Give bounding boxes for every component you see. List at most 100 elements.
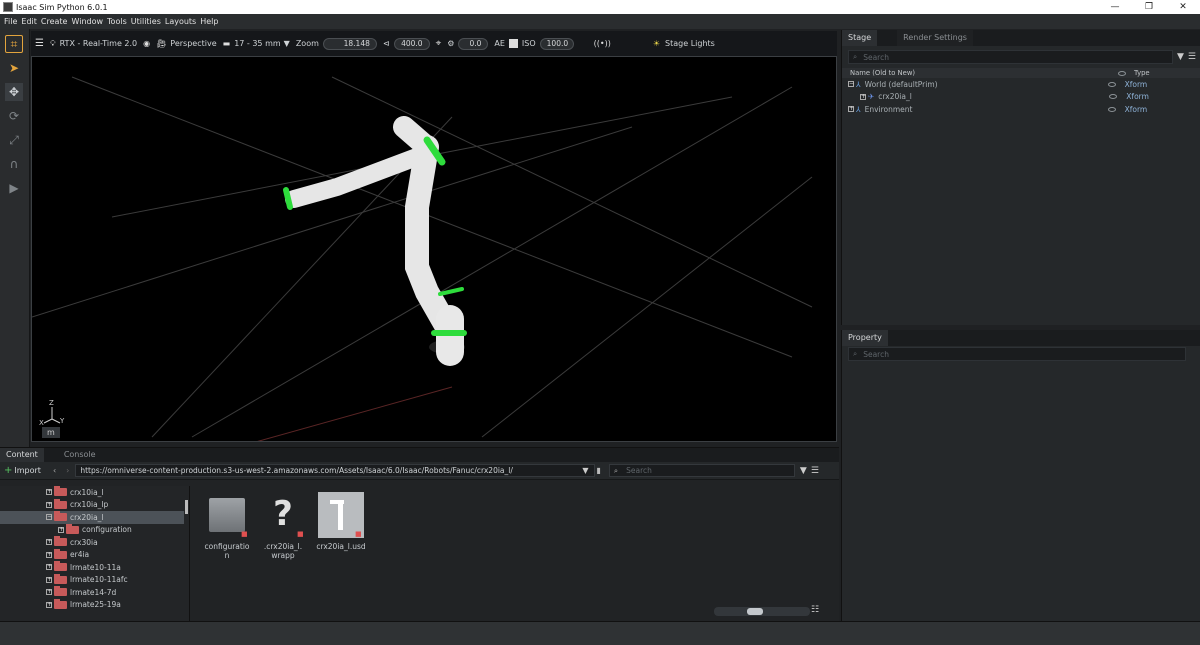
menu-create[interactable]: Create [41, 17, 68, 26]
iso-control[interactable]: AE ISO 100.0 [494, 35, 574, 53]
folder-icon [54, 536, 67, 547]
tree-item[interactable]: + crx10ia_lp [0, 498, 189, 512]
magnet-tool-icon[interactable]: ∩ [5, 155, 23, 173]
visibility-icon[interactable] [1107, 81, 1116, 87]
expand-icon[interactable]: + [46, 576, 52, 583]
content-search-placeholder: Search [626, 466, 652, 475]
file-item-folder[interactable]: configuratio n ■ [201, 492, 253, 560]
viewport[interactable]: Z X Y m [31, 56, 837, 442]
rotate-tool-icon[interactable]: ⟳ [5, 107, 23, 125]
stage-row-robot[interactable]: + ✈ crx20ia_l Xform [842, 91, 1200, 104]
tab-stage[interactable]: Stage [842, 30, 878, 46]
angle-control[interactable]: ⊲ 400.0 [383, 35, 430, 53]
search-icon: ⌕ [613, 465, 619, 475]
menu-edit[interactable]: Edit [21, 17, 37, 26]
tab-render-settings[interactable]: Render Settings [897, 30, 973, 46]
tree-item[interactable]: + er4ia [0, 548, 189, 562]
tree-item-label: crx10ia_lp [70, 500, 109, 510]
eye-icon[interactable]: ◉ [143, 35, 150, 53]
menu-help[interactable]: Help [200, 17, 218, 26]
visibility-icon[interactable] [1107, 106, 1116, 112]
expand-icon[interactable]: + [46, 501, 52, 508]
stage-search[interactable]: ⌕ Search [848, 50, 1173, 64]
exposure-control[interactable]: ⚙ 0.0 [447, 35, 489, 53]
axis-z-label: Z [49, 399, 54, 407]
close-button[interactable]: ✕ [1166, 0, 1200, 14]
menu-tools[interactable]: Tools [107, 17, 127, 26]
dropdown-icon[interactable]: ▼ [582, 466, 588, 475]
iso-value[interactable]: 100.0 [539, 37, 574, 50]
select-tool-icon[interactable]: ➤ [5, 59, 23, 77]
tab-console[interactable]: Console [58, 448, 102, 462]
col-type[interactable]: Type [1134, 69, 1150, 77]
renderer-selector[interactable]: 💡︎ RTX - Real-Time 2.0 [50, 35, 137, 53]
ae-checkbox[interactable] [508, 39, 518, 48]
tree-item[interactable]: + crx30ia [0, 536, 189, 549]
expand-icon[interactable]: + [46, 601, 52, 608]
path-field[interactable]: https://omniverse-content-production.s3-… [75, 464, 596, 477]
col-name[interactable]: Name (Old to New) [850, 69, 1118, 77]
expand-icon[interactable]: + [58, 526, 64, 533]
menu-utilities[interactable]: Utilities [131, 17, 161, 26]
lens-selector[interactable]: ▬ 17 - 35 mm ▼ [223, 35, 290, 53]
expand-icon[interactable]: + [46, 564, 52, 571]
file-item-unknown[interactable]: ? .crx20ia_l. wrapp ■ [257, 492, 309, 560]
tab-content[interactable]: Content [0, 448, 44, 462]
crosshair-icon[interactable]: ⌖ [436, 35, 442, 53]
stage-row-world[interactable]: − ⅄ World (defaultPrim) Xform [842, 78, 1200, 91]
zoom-control[interactable]: Zoom 18.148 [296, 35, 377, 53]
expand-icon[interactable]: + [46, 539, 52, 546]
snap-tool-icon[interactable]: ⌗ [5, 35, 23, 53]
menu-window[interactable]: Window [71, 17, 103, 26]
camera-selector[interactable]: 🎥︎ Perspective [156, 35, 217, 53]
settings-icon[interactable]: ☰ [35, 35, 44, 53]
tab-property[interactable]: Property [842, 330, 888, 346]
forward-icon[interactable]: › [66, 466, 69, 475]
filter-icon[interactable]: ▼ [800, 466, 807, 476]
expand-icon[interactable]: + [46, 489, 52, 496]
expand-icon[interactable]: + [860, 93, 866, 100]
play-icon[interactable]: ▶ [5, 179, 23, 197]
import-button[interactable]: + Import [4, 465, 41, 476]
lights-selector[interactable]: ☀ Stage Lights [653, 35, 715, 53]
path-text: https://omniverse-content-production.s3-… [80, 466, 513, 475]
tree-scrollbar[interactable] [185, 500, 188, 514]
file-item-name-cont: wrapp [271, 551, 295, 560]
tree-item[interactable]: + crx10ia_l [0, 486, 189, 499]
tree-item[interactable]: + lrmate14-7d [0, 586, 189, 599]
back-icon[interactable]: ‹ [53, 466, 56, 475]
angle-value[interactable]: 400.0 [393, 37, 430, 50]
thumbnail-size-slider[interactable] [714, 607, 810, 616]
collapse-icon[interactable]: − [46, 514, 52, 521]
move-tool-icon[interactable]: ✥ [5, 83, 23, 101]
expand-icon[interactable]: + [46, 551, 52, 558]
tree-item[interactable]: + configuration [0, 523, 189, 537]
maximize-button[interactable]: ❐ [1132, 0, 1166, 14]
content-search[interactable]: ⌕ Search [608, 464, 795, 477]
bookmark-icon[interactable]: ▮ [597, 466, 601, 475]
expand-icon[interactable]: + [848, 106, 854, 113]
expand-icon[interactable]: + [46, 589, 52, 596]
zoom-value[interactable]: 18.148 [322, 37, 377, 50]
scale-tool-icon[interactable]: ⤢ [5, 131, 23, 149]
stage-row-environment[interactable]: + ⅄ Environment Xform [842, 103, 1200, 116]
search-icon: ⌕ [853, 349, 858, 358]
broadcast-icon[interactable]: ((•)) [594, 35, 611, 53]
tree-item[interactable]: + lrmate10-11a [0, 561, 189, 574]
grid-view-icon[interactable]: ☷ [811, 605, 819, 615]
visibility-icon[interactable] [1109, 94, 1118, 100]
tree-item-selected[interactable]: − crx20ia_l [0, 511, 184, 524]
menu-layouts[interactable]: Layouts [165, 17, 196, 26]
file-item-usd[interactable]: crx20ia_l.usd ■ [313, 492, 369, 551]
minimize-button[interactable]: — [1098, 0, 1132, 14]
tree-item[interactable]: + lrmate10-11afc [0, 573, 189, 587]
property-search[interactable]: ⌕ Search [848, 347, 1186, 361]
exposure-value[interactable]: 0.0 [458, 37, 489, 50]
tree-item[interactable]: + lrmate25-19a [0, 598, 189, 612]
menu-file[interactable]: File [4, 17, 17, 26]
menu-icon[interactable]: ☰ [1188, 52, 1196, 62]
slider-handle[interactable] [747, 608, 763, 615]
filter-icon[interactable]: ▼ [1177, 52, 1184, 62]
collapse-icon[interactable]: − [848, 81, 854, 88]
options-icon[interactable]: ☰ [811, 466, 819, 476]
